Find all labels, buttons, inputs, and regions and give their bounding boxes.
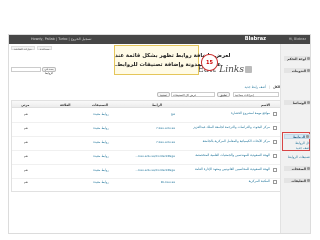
links-table: الاسم الرابط التصنيفات العلاقة مرئي مواق… xyxy=(11,100,281,192)
bulk-action-select[interactable]: إجراءات جماعية xyxy=(233,92,279,97)
row-checkbox[interactable] xyxy=(273,126,277,130)
sidebar-item-comments[interactable]: التعليقات xyxy=(284,178,310,183)
media-icon xyxy=(307,101,310,104)
row-checkbox[interactable] xyxy=(273,154,277,158)
instruction-callout: لعرض وإضافة روابط تظهر بشكل قائمة عند .ع… xyxy=(114,45,231,75)
admin-bar-link[interactable]: Hi, Blabraz xyxy=(289,37,306,41)
callout-line-2: .عرض المدونة وإضافة تصنيفات للروابط xyxy=(115,62,221,68)
browser-frame: Howdy, Pallab | Turbo | تسجيل الخروج Bla… xyxy=(8,34,311,234)
column-name[interactable]: الاسم xyxy=(261,103,270,107)
link-url[interactable]: فتح xyxy=(125,112,175,116)
sidebar-item-add-new[interactable]: أضف جديد xyxy=(284,145,310,150)
page-icon xyxy=(307,167,310,170)
link-icon xyxy=(306,135,309,138)
sidebar-item-posts[interactable]: التدوينات xyxy=(284,68,310,73)
search-input[interactable] xyxy=(11,67,41,72)
sidebar-item-label: كل الروابط xyxy=(295,140,310,145)
sidebar-item-label: الوسائط xyxy=(292,100,306,105)
sidebar-item-label: تصنيفات الروابط xyxy=(287,154,310,159)
sidebar-item-dashboard[interactable]: لوحة التحكم xyxy=(284,56,310,61)
column-visible[interactable]: مرئي xyxy=(21,103,29,107)
link-name[interactable]: الهيئة السعودية للمهندسين والجمعيات العل… xyxy=(170,153,270,157)
tab-screen-options[interactable]: خيارات الشاشة xyxy=(11,46,35,51)
link-visible: نعم xyxy=(23,112,29,116)
link-category[interactable]: روابط مفيدة xyxy=(88,112,114,116)
comment-icon xyxy=(307,179,310,182)
category-select[interactable]: عرض كل التصنيفات xyxy=(171,92,215,97)
separator: | xyxy=(268,85,270,89)
pin-icon xyxy=(307,69,310,72)
admin-sidebar: لوحة التحكم التدوينات الوسائط الروابط كل… xyxy=(280,44,310,233)
link-category[interactable]: روابط مفيدة xyxy=(88,180,114,184)
filters-bar: أضف رابط جديد | الكل xyxy=(165,84,280,90)
sidebar-item-links[interactable]: الروابط xyxy=(284,134,310,139)
sidebar-item-link-categories[interactable]: تصنيفات الروابط xyxy=(284,154,310,159)
table-row[interactable]: الهيئة السعودية للمهندسين والجمعيات العل… xyxy=(12,151,280,165)
sidebar-item-label: لوحة التحكم xyxy=(287,56,306,61)
link-visible: نعم xyxy=(23,154,29,158)
sidebar-item-label: أضف جديد xyxy=(295,145,310,150)
site-name[interactable]: Blabraz xyxy=(245,36,266,42)
add-new-link[interactable]: أضف رابط جديد xyxy=(244,85,265,89)
filter-button[interactable]: تصفية xyxy=(157,92,170,97)
link-visible: نعم xyxy=(23,140,29,144)
table-row[interactable]: مركز البحوث والدراسات والترجمة لجامعة ال… xyxy=(12,123,280,137)
link-visible: نعم xyxy=(23,180,29,184)
link-visible: نعم xyxy=(23,126,29,130)
table-header: الاسم الرابط التصنيفات العلاقة مرئي xyxy=(12,101,280,108)
sidebar-item-media[interactable]: الوسائط xyxy=(284,100,310,105)
link-category[interactable]: روابط مفيدة xyxy=(88,126,114,130)
search-button[interactable]: بحث في الروابط xyxy=(42,67,56,75)
row-checkbox[interactable] xyxy=(273,168,277,172)
link-url[interactable]: lib.kau.sa xyxy=(125,180,175,184)
link-name[interactable]: مركز الأبحاث الكيميائية والمعامل المركزي… xyxy=(170,139,270,143)
sidebar-item-label: الصفحات xyxy=(291,166,306,171)
row-checkbox[interactable] xyxy=(273,140,277,144)
link-url[interactable]: ...kau.edu.sa/ContentPage xyxy=(125,154,175,158)
link-category[interactable]: روابط مفيدة xyxy=(88,168,114,172)
link-url[interactable]: ...kau.edu.sa/ContentPage xyxy=(125,168,175,172)
column-url[interactable]: الرابط xyxy=(152,103,162,107)
sidebar-item-pages[interactable]: الصفحات xyxy=(284,166,310,171)
link-name[interactable]: مركز البحوث والدراسات والترجمة لجامعة ال… xyxy=(170,125,270,129)
screen-tabs: خيارات الشاشة مساعدة xyxy=(11,46,53,51)
dashboard-icon xyxy=(307,57,310,60)
column-categories[interactable]: التصنيفات xyxy=(92,103,108,107)
link-visible: نعم xyxy=(23,168,29,172)
link-category[interactable]: روابط مفيدة xyxy=(88,154,114,158)
callout-line-1: لعرض وإضافة روابط تظهر بشكل قائمة عند xyxy=(115,53,231,59)
table-row[interactable]: المكتبة المركزية lib.kau.sa روابط مفيدة … xyxy=(12,177,280,191)
links-page-icon xyxy=(245,66,252,73)
table-row[interactable]: مركز الأبحاث الكيميائية والمعامل المركزي… xyxy=(12,137,280,151)
sidebar-item-label: التدوينات xyxy=(291,68,306,73)
link-category[interactable]: روابط مفيدة xyxy=(88,140,114,144)
link-url[interactable]: ?.kau.edu.sa xyxy=(125,140,175,144)
row-checkbox[interactable] xyxy=(273,112,277,116)
table-row[interactable]: مواقع مهمة لمشروع الحضارة فتح روابط مفيد… xyxy=(12,109,280,123)
link-url[interactable]: ?.kau.edu.sa xyxy=(125,126,175,130)
sidebar-item-label: الروابط xyxy=(293,134,305,139)
howdy-text[interactable]: Howdy, Pallab | Turbo | تسجيل الخروج xyxy=(31,37,91,41)
column-rel[interactable]: العلاقة xyxy=(60,103,71,107)
link-name[interactable]: مواقع مهمة لمشروع الحضارة xyxy=(170,111,270,115)
link-name[interactable]: المكتبة المركزية xyxy=(170,179,270,183)
link-name[interactable]: الهيئة السعودية للمحاسبين القانونيين ومع… xyxy=(170,167,270,171)
step-number-badge: 15 xyxy=(201,54,218,71)
admin-bar: Howdy, Pallab | Turbo | تسجيل الخروج Bla… xyxy=(9,35,310,44)
row-checkbox[interactable] xyxy=(273,180,277,184)
apply-button[interactable]: تطبيق xyxy=(217,92,231,97)
filter-all[interactable]: الكل xyxy=(273,85,280,89)
tab-help[interactable]: مساعدة xyxy=(36,46,53,51)
sidebar-item-label: التعليقات xyxy=(291,178,306,183)
